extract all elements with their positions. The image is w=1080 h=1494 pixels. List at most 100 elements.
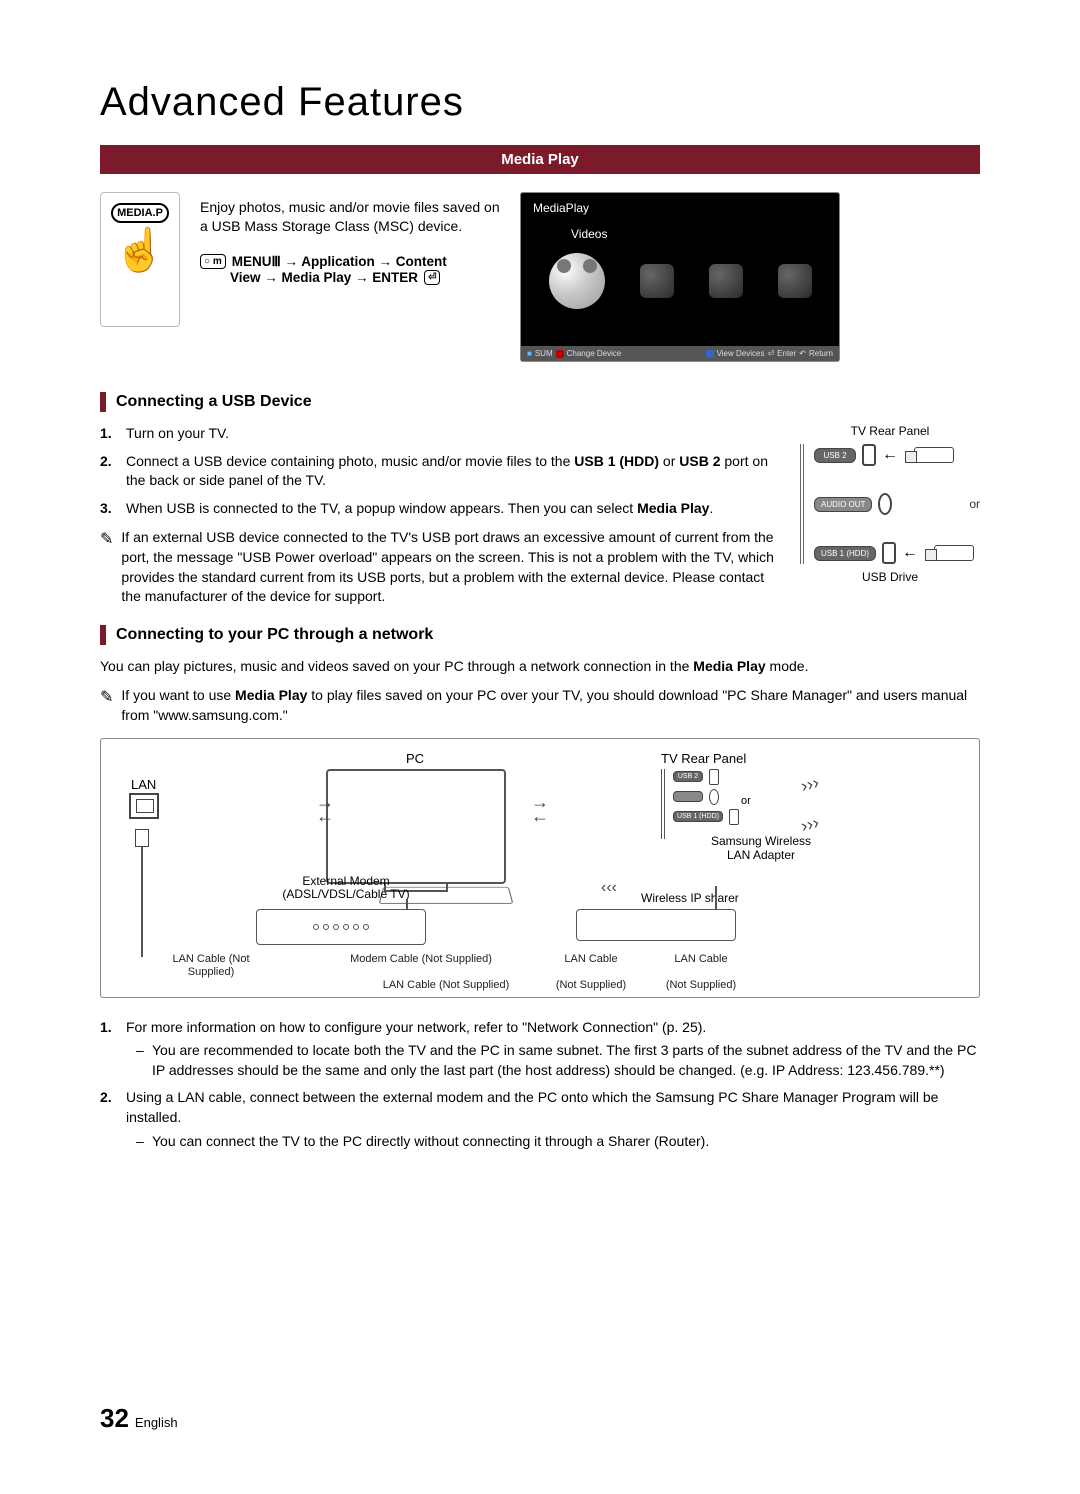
page-number: 32	[100, 1403, 129, 1434]
nd-usb2: USB 2	[673, 771, 703, 782]
footer-sum: SUM	[535, 349, 553, 358]
tv-preview: MediaPlay Videos ■SUM Change Device View…	[520, 192, 840, 362]
cable-label: (Not Supplied)	[651, 979, 751, 992]
tv-mini-icon	[778, 264, 812, 298]
nd-modem-label: External Modem (ADSL/VDSL/Cable TV)	[271, 875, 421, 903]
net-note: ✎ If you want to use Media Play to play …	[100, 686, 980, 725]
section-heading-network-text: Connecting to your PC through a network	[116, 626, 433, 644]
nd-router-label: Wireless IP sharer	[641, 891, 739, 905]
net-desc: You can play pictures, music and videos …	[100, 657, 980, 677]
section-heading-usb-text: Connecting a USB Device	[116, 393, 312, 411]
wifi-wave-icon: ›››	[799, 772, 822, 797]
usb-stick-icon	[914, 447, 954, 463]
tv-mini-icon	[640, 264, 674, 298]
list-item: When USB is connected to the TV, a popup…	[100, 499, 780, 519]
usb-note: ✎ If an external USB device connected to…	[100, 528, 780, 606]
enter-icon: ⏎	[767, 349, 774, 358]
usb-note-text: If an external USB device connected to t…	[121, 528, 780, 606]
usb2-port-label: USB 2	[814, 448, 856, 463]
bi-arrow-icon: →←	[316, 795, 334, 824]
media-p-badge: MEDIA.P	[111, 203, 169, 223]
return-icon: ↶	[799, 349, 806, 358]
section-banner-media-play: Media Play	[100, 145, 980, 174]
nd-lan-label: LAN	[131, 777, 156, 792]
menu-path-seg2: View → Media Play → ENTER	[230, 270, 418, 285]
nd-usb1: USB 1 (HDD)	[673, 811, 723, 822]
arrow-left-icon: ←	[882, 446, 898, 464]
port-slot-icon	[729, 809, 739, 825]
list-item: You can connect the TV to the PC directl…	[136, 1132, 980, 1152]
audio-out-label: AUDIO OUT	[814, 497, 872, 512]
footer-change-device: Change Device	[567, 349, 622, 358]
router-icon	[576, 909, 736, 941]
port-slot-icon	[882, 542, 896, 564]
pc-monitor-icon	[326, 769, 506, 884]
nd-tvpanel-label: TV Rear Panel	[661, 751, 746, 766]
network-diagram: LAN PC →← →← TV Rear Panel USB 2 USB 1 (…	[100, 738, 980, 998]
menu-path-line2: View → Media Play → ENTER ⏎	[230, 270, 500, 285]
cable-label: LAN Cable (Not Supplied)	[151, 953, 271, 979]
cable-label: LAN Cable	[551, 953, 631, 966]
note-icon: ✎	[100, 529, 113, 606]
usb-steps: Turn on your TV. Connect a USB device co…	[100, 424, 780, 607]
footer-enter: Enter	[777, 349, 796, 358]
tv-preview-footer: ■SUM Change Device View Devices ⏎Enter ↶…	[521, 346, 839, 361]
menu-path: ○ m MENUⅢ → Application → Content	[200, 254, 500, 270]
usb-stick-icon	[934, 545, 974, 561]
menu-button-icon: ○ m	[200, 254, 226, 269]
nd-tvpanel: USB 2 USB 1 (HDD)	[661, 769, 791, 839]
footer-view-devices: View Devices	[717, 349, 765, 358]
port-slot-icon	[862, 444, 876, 466]
tv-preview-subtitle: Videos	[571, 227, 607, 241]
bi-arrow-icon: →←	[531, 795, 549, 824]
note-icon: ✎	[100, 687, 113, 725]
enter-button-icon: ⏎	[424, 270, 440, 285]
tv-preview-title: MediaPlay	[533, 201, 589, 215]
wifi-wave-icon: ‹‹‹	[601, 879, 617, 897]
cable-label: (Not Supplied)	[541, 979, 641, 992]
panel-title: TV Rear Panel	[800, 424, 980, 438]
list-item: Connect a USB device containing photo, m…	[100, 452, 780, 491]
section-heading-network: Connecting to your PC through a network	[100, 625, 980, 645]
menu-bars-icon: Ⅲ	[271, 254, 280, 270]
cable-label: LAN Cable	[661, 953, 741, 966]
intro-row: MEDIA.P ☝ Enjoy photos, music and/or mov…	[100, 192, 980, 362]
list-item: For more information on how to configure…	[100, 1018, 980, 1081]
usb-drive-label: USB Drive	[800, 570, 980, 584]
arrow-left-icon: ←	[902, 544, 918, 562]
nd-pc-label: PC	[406, 751, 424, 766]
cable-label: Modem Cable (Not Supplied)	[346, 953, 496, 966]
menu-path-seg1: → Application → Content	[281, 254, 447, 269]
remote-hand-illustration: MEDIA.P ☝	[100, 192, 180, 327]
lan-socket-icon	[129, 793, 159, 819]
list-item: Using a LAN cable, connect between the e…	[100, 1088, 980, 1151]
intro-description: Enjoy photos, music and/or movie files s…	[200, 198, 500, 236]
film-reel-icon	[549, 253, 605, 309]
tv-mini-icon	[709, 264, 743, 298]
intro-text: Enjoy photos, music and/or movie files s…	[200, 192, 500, 362]
nd-swla-label: Samsung Wireless LAN Adapter	[701, 834, 821, 863]
hand-icon: ☝	[114, 229, 166, 271]
lan-plug-icon	[135, 829, 149, 847]
or-label: or	[969, 497, 980, 511]
blue-dot-icon	[706, 350, 714, 358]
list-item: Turn on your TV.	[100, 424, 780, 444]
page-footer: 32 English	[100, 1403, 178, 1434]
page-language: English	[135, 1415, 178, 1430]
modem-icon	[256, 909, 426, 945]
tv-rear-panel-diagram: TV Rear Panel USB 2 ← AUDIO OUT or USB 1…	[800, 424, 980, 607]
port-slot-icon	[709, 769, 719, 785]
footer-return: Return	[809, 349, 833, 358]
menu-path-menu: MENU	[232, 254, 272, 269]
usb1-port-label: USB 1 (HDD)	[814, 546, 876, 561]
port-slot-icon	[709, 789, 719, 805]
section-heading-usb: Connecting a USB Device	[100, 392, 980, 412]
cable-label: LAN Cable (Not Supplied)	[361, 979, 531, 992]
list-item: You are recommended to locate both the T…	[136, 1041, 980, 1080]
usb-two-col: Turn on your TV. Connect a USB device co…	[100, 424, 980, 607]
nd-or: or	[741, 795, 751, 807]
nd-audio	[673, 791, 703, 802]
red-dot-icon	[556, 350, 564, 358]
port-slot-icon	[878, 493, 892, 515]
network-steps: For more information on how to configure…	[100, 1018, 980, 1152]
